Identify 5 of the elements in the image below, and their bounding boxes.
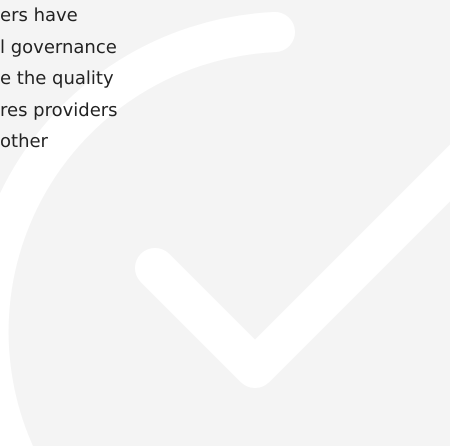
text-line: ers have bbox=[0, 4, 78, 28]
text-line: other bbox=[0, 130, 48, 154]
text-line: res providers bbox=[0, 98, 118, 122]
text-line: e the quality bbox=[0, 67, 114, 91]
text-line: l governance bbox=[0, 36, 117, 60]
